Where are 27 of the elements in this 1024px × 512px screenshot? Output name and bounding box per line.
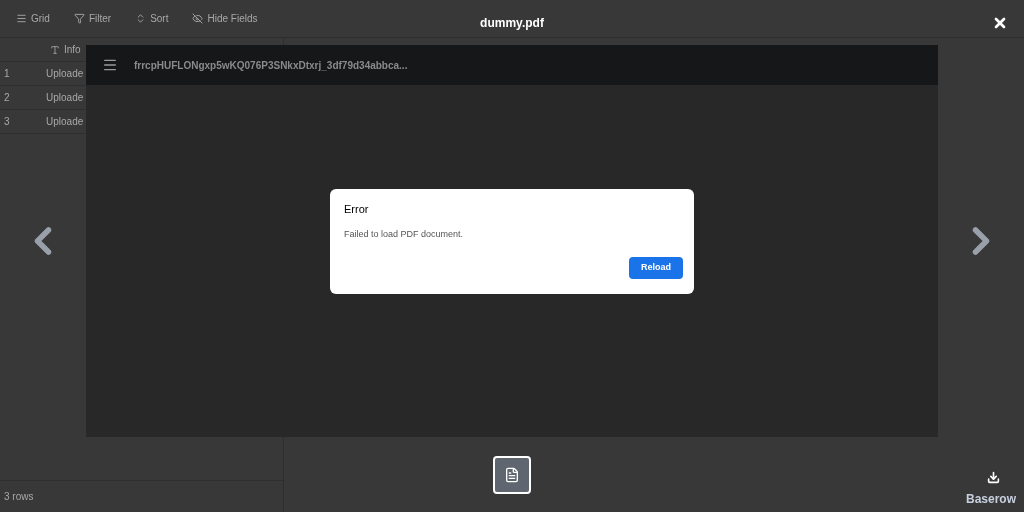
row-number: 2: [3, 91, 11, 105]
toolbar-button[interactable]: Hide Fields: [192, 11, 258, 26]
pdf-file-icon: [504, 466, 520, 483]
toolbar-button[interactable]: Grid: [16, 11, 50, 26]
row-number: 3: [3, 115, 11, 129]
error-message: Failed to load PDF document.: [344, 227, 465, 241]
close-button[interactable]: [992, 15, 1008, 31]
table-cell-text: Uploade: [46, 115, 84, 129]
table-cell-text: Uploade: [46, 67, 84, 81]
download-button[interactable]: [987, 471, 1000, 484]
reload-button[interactable]: Reload: [629, 257, 683, 279]
table-cell-text: Uploade: [46, 91, 84, 105]
dialog-title: Error: [344, 202, 370, 217]
menu-icon[interactable]: [102, 57, 118, 73]
viewer-title: dummy.pdf: [480, 14, 544, 32]
toolbar-button[interactable]: Sort: [135, 11, 169, 26]
toolbar-button[interactable]: Filter: [73, 11, 112, 26]
column-header: Info: [64, 43, 81, 57]
document-name: frrcpHUFLONgxp5wKQ076P3SNkxDtxrj_3df79d34abbca...: [134, 58, 408, 73]
filter-icon: [73, 13, 85, 24]
file-thumbnail[interactable]: [493, 455, 531, 494]
brand-logo: Baserow: [965, 491, 1016, 508]
grid-icon: [16, 13, 27, 24]
text-field-icon: [50, 44, 60, 55]
row-count: 3 rows: [4, 490, 34, 504]
hide-icon: [192, 13, 204, 24]
row-number: 1: [3, 67, 11, 81]
